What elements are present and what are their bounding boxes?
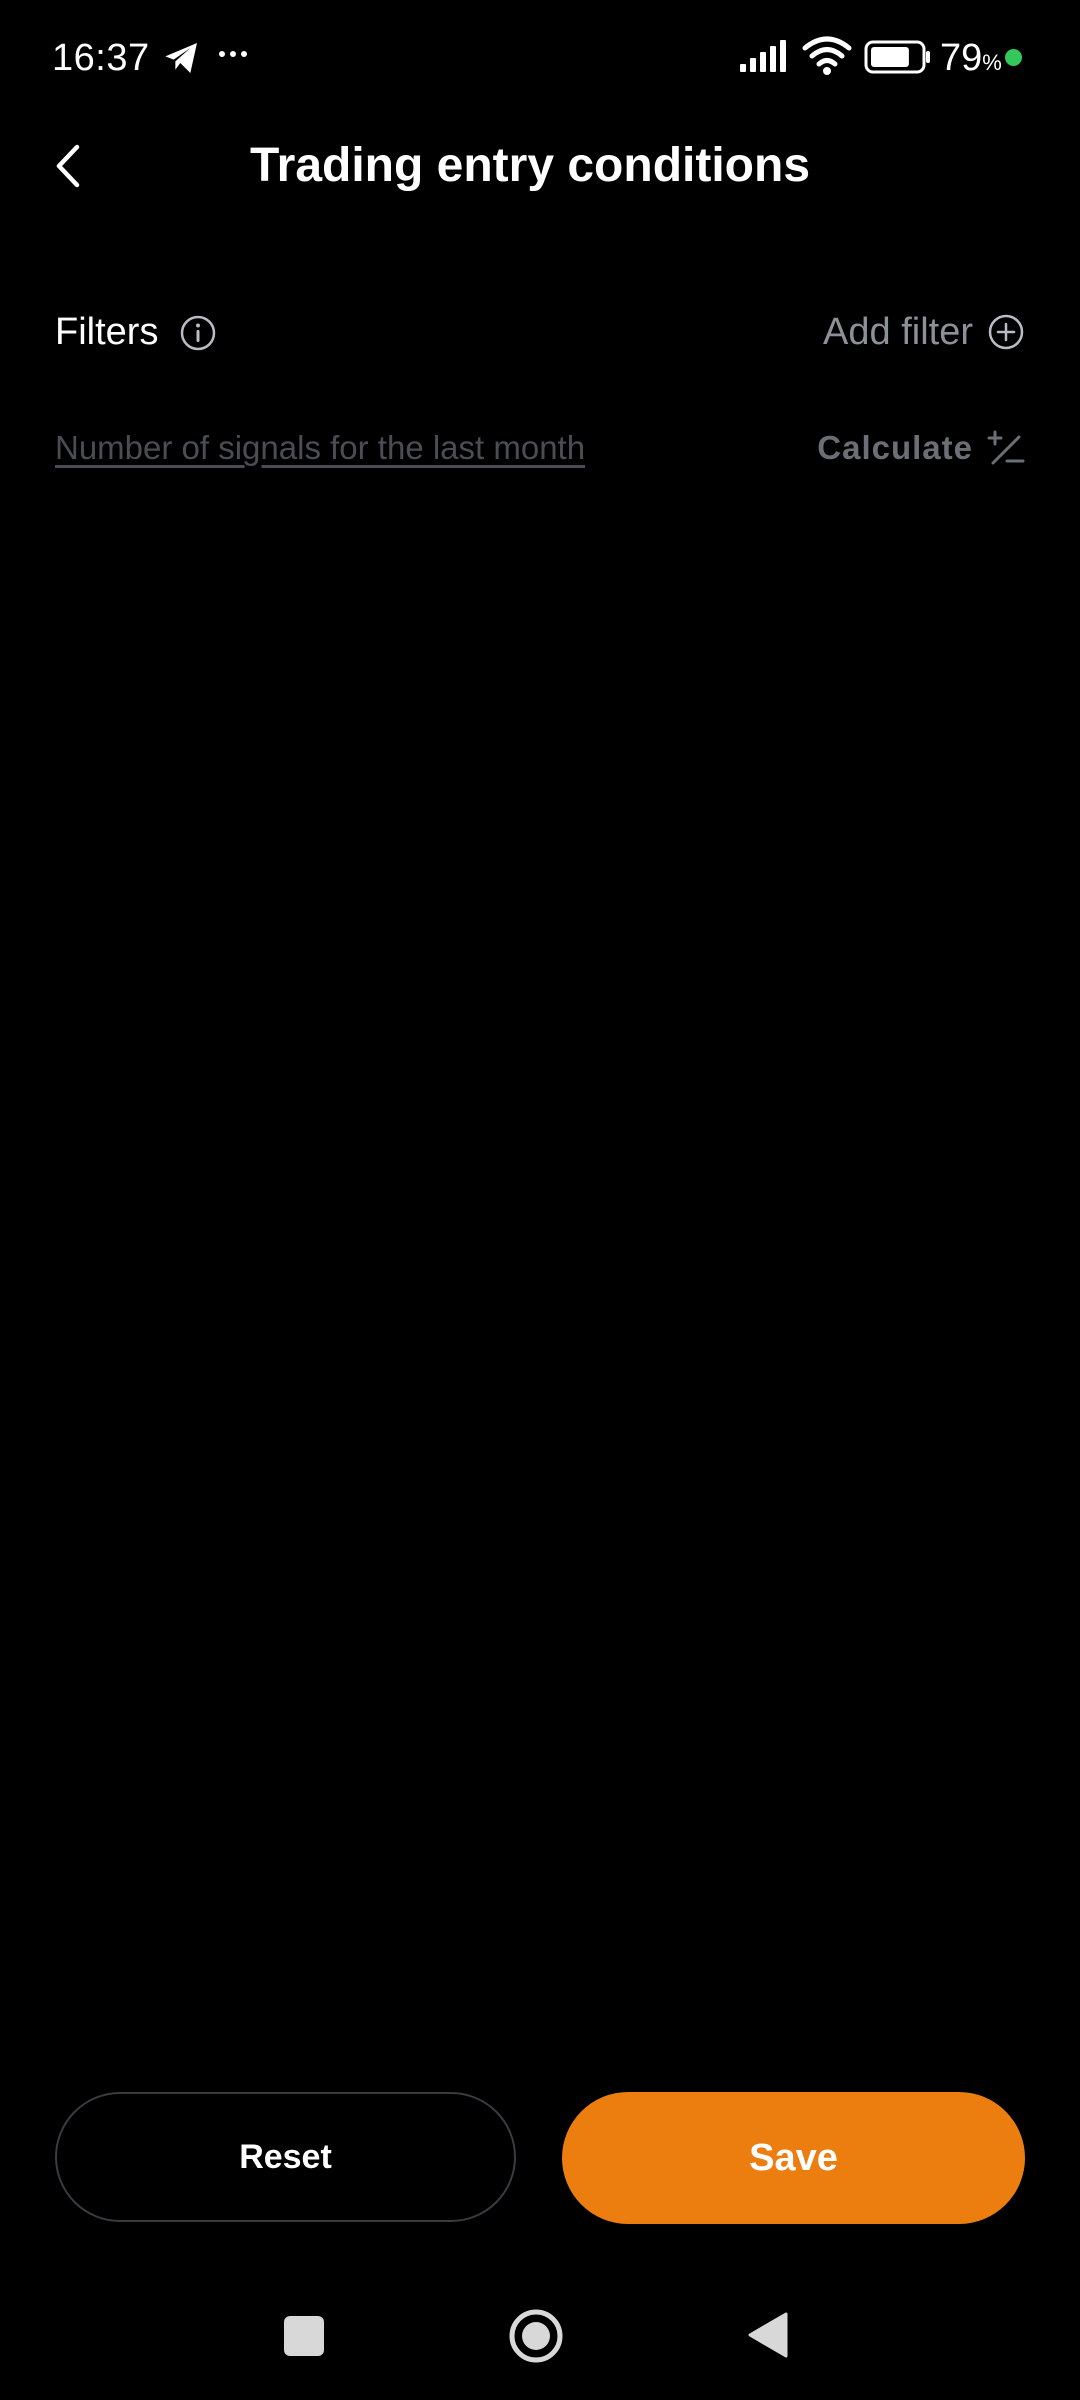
wifi-icon xyxy=(802,36,852,75)
filters-label: Filters xyxy=(55,311,159,353)
telegram-icon xyxy=(165,43,197,73)
calculate-button[interactable]: Calculate xyxy=(817,418,1025,478)
header: Trading entry conditions xyxy=(0,116,1080,216)
active-dot-icon xyxy=(1005,49,1022,66)
status-bar: 16:37 79% xyxy=(0,0,1080,116)
save-button[interactable]: Save xyxy=(562,2092,1025,2224)
signals-section: Number of signals for the last month Cal… xyxy=(55,418,1025,478)
signal-icon xyxy=(740,40,786,72)
plus-circle-icon xyxy=(988,314,1024,350)
battery-percentage: 79% xyxy=(940,37,1002,79)
add-filter-button[interactable]: Add filter xyxy=(823,300,1025,364)
calculate-label: Calculate xyxy=(817,429,973,466)
more-dots-icon xyxy=(219,51,247,57)
filters-section: Filters Add filter xyxy=(55,300,1025,364)
battery-icon xyxy=(864,40,930,74)
add-filter-label: Add filter xyxy=(823,310,973,353)
signals-count-link[interactable]: Number of signals for the last month xyxy=(55,426,585,470)
info-icon[interactable] xyxy=(179,314,217,352)
page-title: Trading entry conditions xyxy=(249,139,811,192)
reset-button[interactable]: Reset xyxy=(55,2092,516,2222)
recents-icon[interactable] xyxy=(284,2316,324,2356)
plus-minus-icon xyxy=(987,430,1025,465)
navigation-bar xyxy=(0,2280,1080,2390)
home-icon[interactable] xyxy=(508,2308,564,2364)
back-icon[interactable] xyxy=(746,2310,790,2360)
status-time: 16:37 xyxy=(52,37,150,79)
